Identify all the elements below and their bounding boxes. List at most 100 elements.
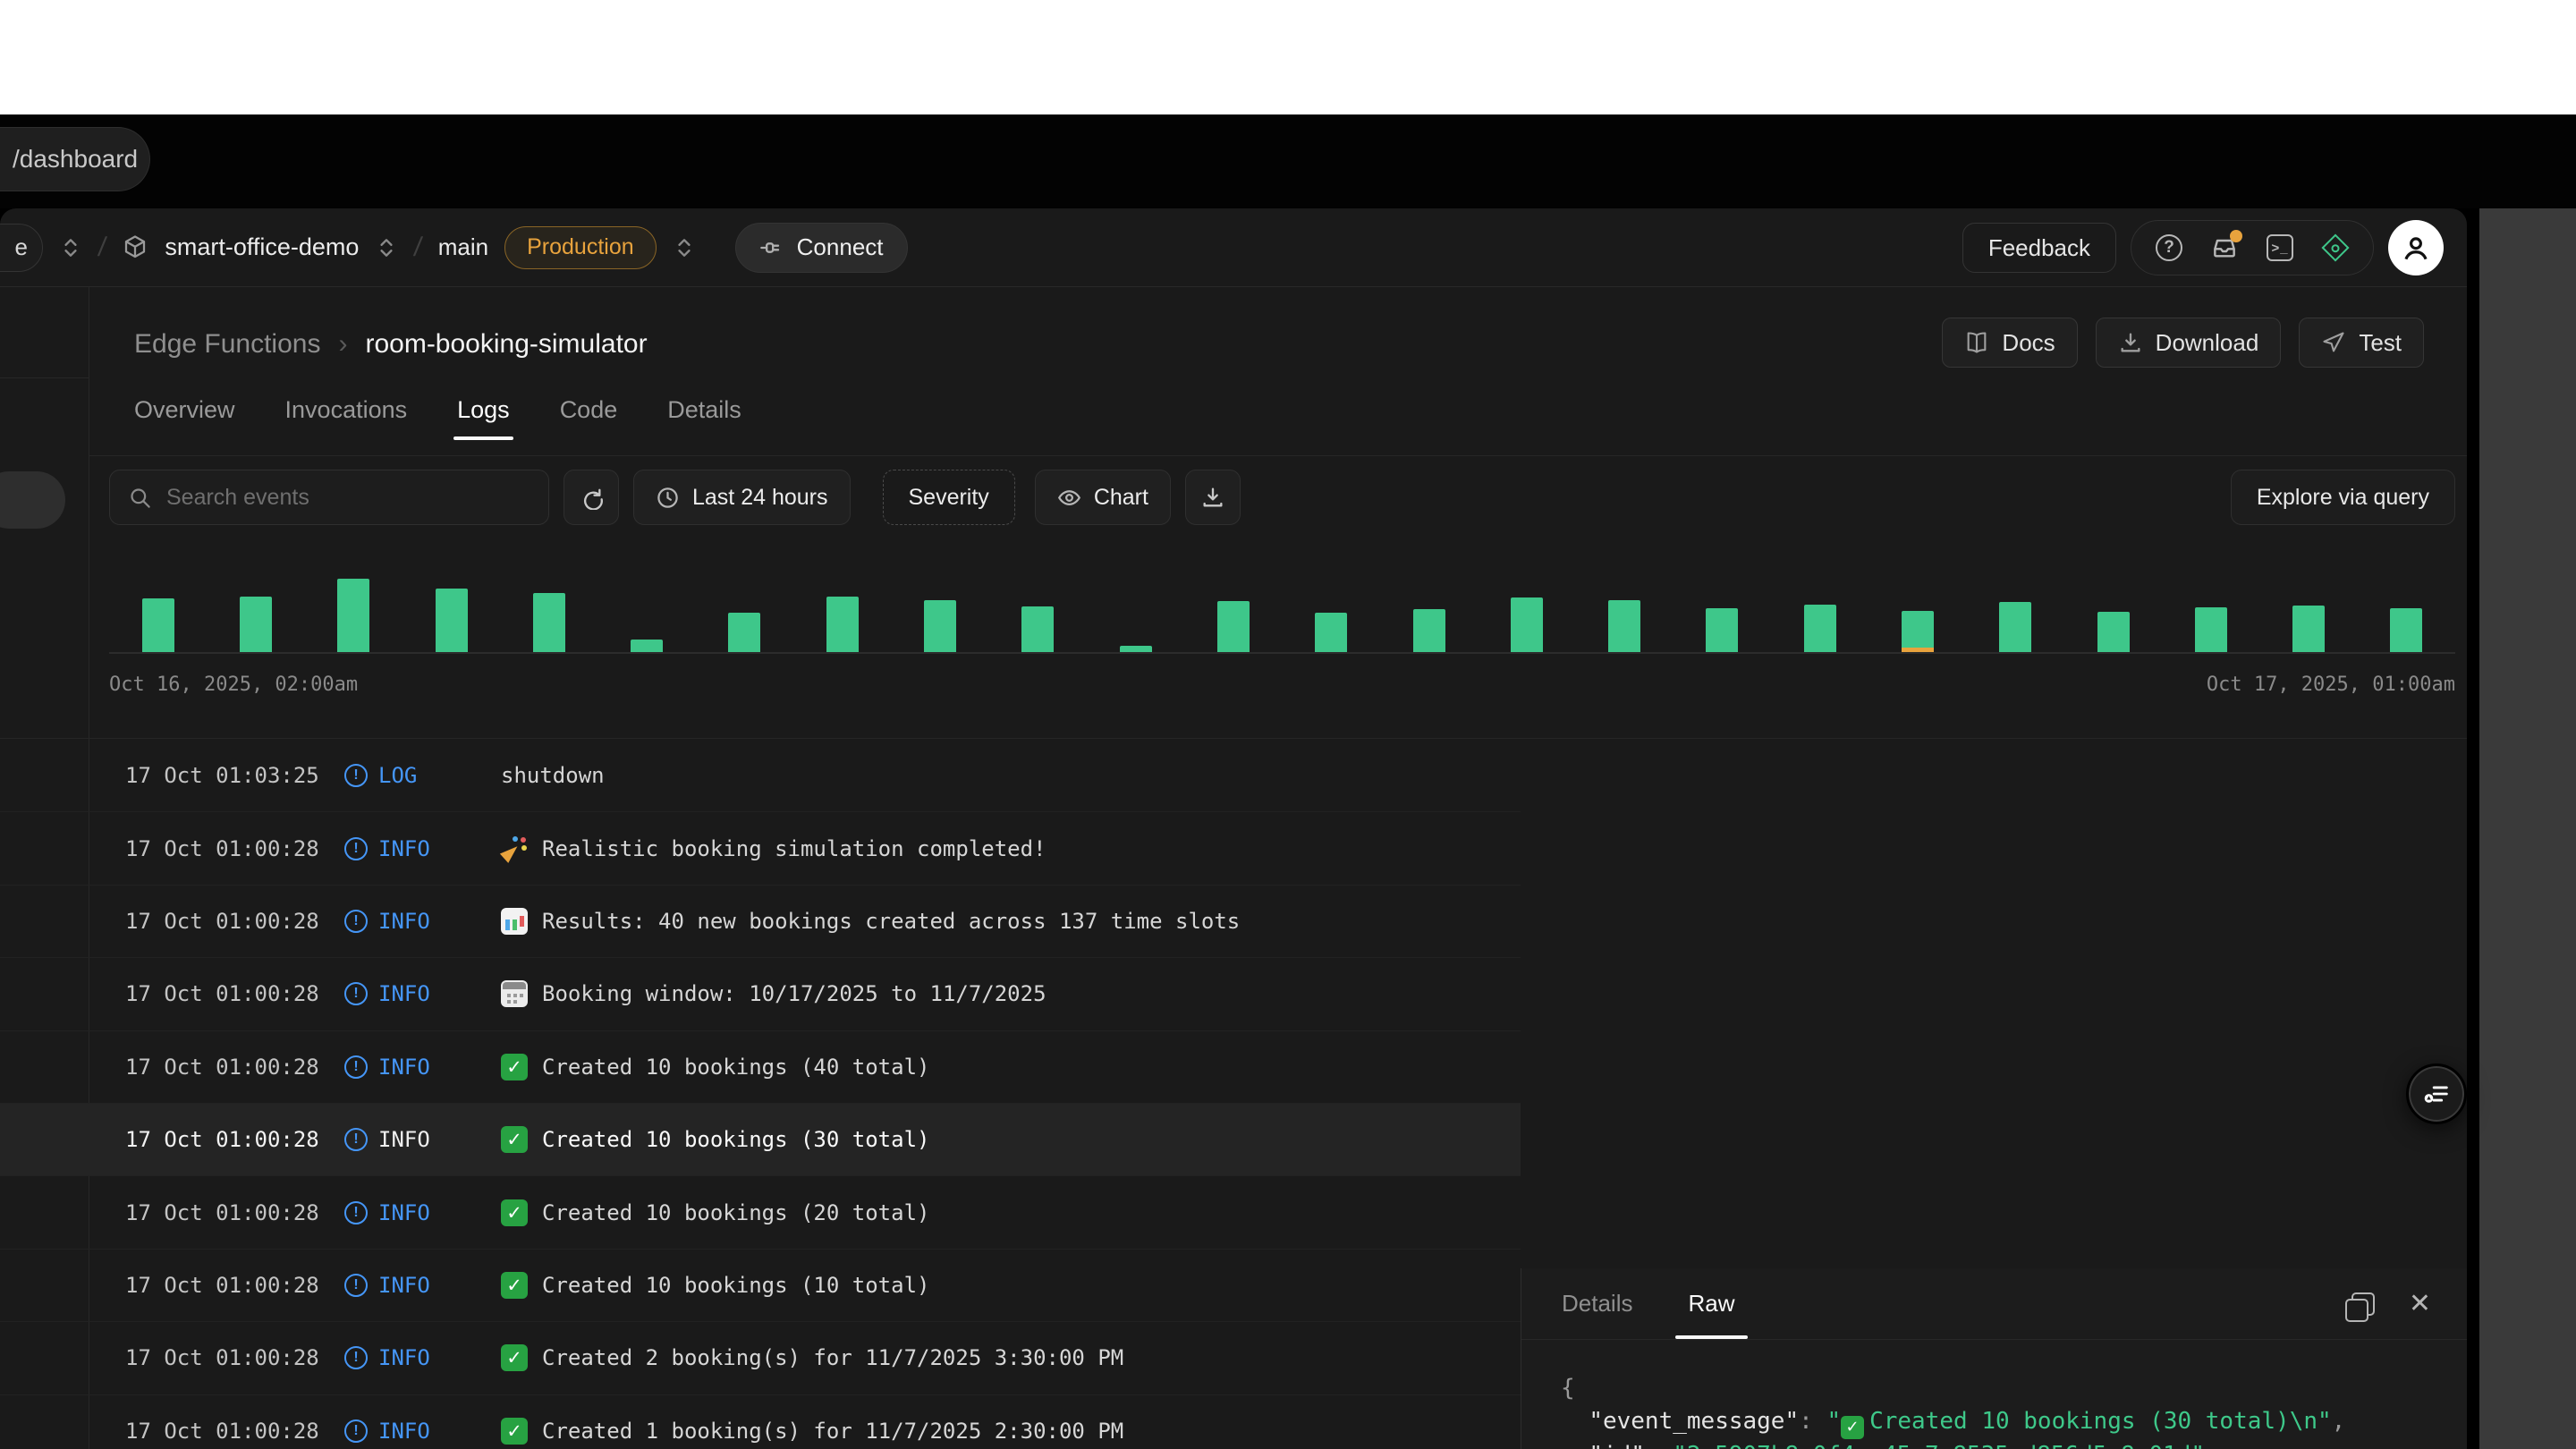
chevrons-up-down-icon[interactable] [375,234,398,261]
diamond-icon [2321,233,2349,261]
log-row[interactable]: 17 Oct 01:00:28!INFOBooking window: 10/1… [0,958,1521,1030]
assistant-fab[interactable] [2406,1063,2467,1124]
log-row[interactable]: 17 Oct 01:00:28!INFO✓Created 10 bookings… [0,1104,1521,1176]
info-circle-icon: ! [344,1128,368,1151]
histogram-bar [2162,563,2259,652]
log-message: ✓Created 1 booking(s) for 11/7/2025 2:30… [501,1418,1123,1445]
tab-details[interactable]: Details [667,396,741,449]
log-row[interactable]: 17 Oct 01:00:28!INFO✓Created 10 bookings… [0,1250,1521,1322]
log-row[interactable]: 17 Oct 01:00:28!INFO✓Created 2 booking(s… [0,1322,1521,1394]
clock-icon [656,486,680,510]
severity-label: Severity [909,485,989,511]
axis-end-label: Oct 17, 2025, 01:00am [2207,674,2455,696]
check-emoji: ✓ [501,1054,528,1080]
terminal-icon: >_ [2267,234,2293,261]
log-message: ✓Created 10 bookings (30 total) [501,1126,929,1153]
refresh-button[interactable] [564,470,619,525]
eye-icon [1057,486,1081,510]
histogram-bar [1771,563,1868,652]
refresh-icon [579,485,604,510]
chart-toggle-button[interactable]: Chart [1035,470,1171,525]
info-circle-icon: ! [344,1055,368,1079]
search-input[interactable] [166,485,530,511]
info-circle-icon: ! [344,1201,368,1224]
check-emoji: ✓ [501,1126,528,1153]
tab-panel-details[interactable]: Details [1562,1268,1632,1339]
log-row[interactable]: 17 Oct 01:03:25!LOGshutdown [0,740,1521,812]
info-circle-icon: ! [344,910,368,933]
log-row[interactable]: 17 Oct 01:00:28!INFOResults: 40 new book… [0,886,1521,958]
info-circle-icon: ! [344,982,368,1005]
breadcrumb-separator: / [97,233,108,263]
histogram-warning-segment [1902,648,1934,652]
log-level-label: INFO [378,909,430,934]
download-button[interactable]: Download [2096,318,2282,368]
log-level-label: INFO [378,1127,430,1152]
time-range-button[interactable]: Last 24 hours [633,470,851,525]
notifications-button[interactable] [2210,233,2239,262]
org-selector[interactable]: e [0,224,43,272]
user-avatar[interactable] [2388,220,2444,275]
branch-name[interactable]: main [438,233,488,261]
panel-header: Details Raw ✕ [1521,1268,2467,1340]
tab-panel-raw[interactable]: Raw [1688,1268,1734,1339]
log-message: shutdown [501,763,605,788]
project-name[interactable]: smart-office-demo [165,233,359,261]
histogram-bar [1087,563,1184,652]
tab-code[interactable]: Code [560,396,618,449]
assistant-icon [2421,1079,2452,1109]
app-window: e / smart-office-demo / main Production … [0,208,2467,1449]
docs-button[interactable]: Docs [1942,318,2077,368]
explore-via-query-button[interactable]: Explore via query [2231,470,2455,525]
log-timestamp: 17 Oct 01:00:28 [125,1055,344,1080]
raw-json-view[interactable]: { "event_message": "✓Created 10 bookings… [1521,1340,2467,1449]
check-emoji: ✓ [501,1344,528,1371]
tab-logs[interactable]: Logs [457,396,510,449]
events-histogram [109,563,2455,654]
download-logs-button[interactable] [1185,470,1241,525]
search-box[interactable] [109,470,549,525]
copy-icon[interactable] [2351,1292,2375,1316]
help-circle-icon: ? [2156,234,2182,261]
histogram-bar [793,563,891,652]
info-circle-icon: ! [344,837,368,860]
tab-overview[interactable]: Overview [134,396,235,449]
json-line: { [1561,1372,2467,1405]
feedback-button[interactable]: Feedback [1962,223,2116,273]
log-level-label: INFO [378,1055,430,1080]
chevrons-up-down-icon[interactable] [673,234,696,261]
chevron-right-icon: › [338,329,347,360]
terminal-button[interactable]: >_ [2266,233,2294,262]
log-level-label: INFO [378,981,430,1006]
log-row[interactable]: 17 Oct 01:00:28!INFO✓Created 10 bookings… [0,1031,1521,1104]
json-line: "id": "2e5907b8-0f4a-45a7-8535-d856d5a8c… [1561,1439,2467,1449]
log-level-badge: !INFO [344,1345,501,1370]
section-link[interactable]: Edge Functions [134,329,320,360]
chevrons-up-down-icon[interactable] [59,234,82,261]
check-emoji: ✓ [1841,1416,1864,1439]
severity-filter-button[interactable]: Severity [883,470,1015,525]
help-button[interactable]: ? [2155,233,2183,262]
axis-start-label: Oct 16, 2025, 02:00am [109,674,358,696]
browser-tab[interactable]: /dashboard [0,127,150,191]
close-icon[interactable]: ✕ [2409,1288,2431,1319]
test-button[interactable]: Test [2299,318,2424,368]
log-level-label: INFO [378,1419,430,1444]
log-level-badge: !INFO [344,1200,501,1225]
sidebar-item[interactable] [0,471,65,529]
histogram-axis: Oct 16, 2025, 02:00am Oct 17, 2025, 01:0… [109,674,2455,696]
connect-button[interactable]: Connect [735,223,908,273]
log-level-badge: !INFO [344,836,501,861]
page-title: room-booking-simulator [365,329,647,360]
function-tabs: Overview Invocations Logs Code Details [134,396,741,449]
calendar-emoji [501,980,528,1007]
log-row[interactable]: 17 Oct 01:00:28!INFO✓Created 10 bookings… [0,1176,1521,1249]
logs-area: 17 Oct 01:03:25!LOGshutdown17 Oct 01:00:… [0,738,2467,1449]
status-button[interactable] [2321,233,2350,262]
tab-invocations[interactable]: Invocations [285,396,408,449]
app-header: e / smart-office-demo / main Production … [0,208,2467,287]
info-circle-icon: ! [344,1274,368,1297]
log-row[interactable]: 17 Oct 01:00:28!INFORealistic booking si… [0,812,1521,885]
log-message: Results: 40 new bookings created across … [501,908,1240,935]
log-row[interactable]: 17 Oct 01:00:28!INFO✓Created 1 booking(s… [0,1395,1521,1449]
